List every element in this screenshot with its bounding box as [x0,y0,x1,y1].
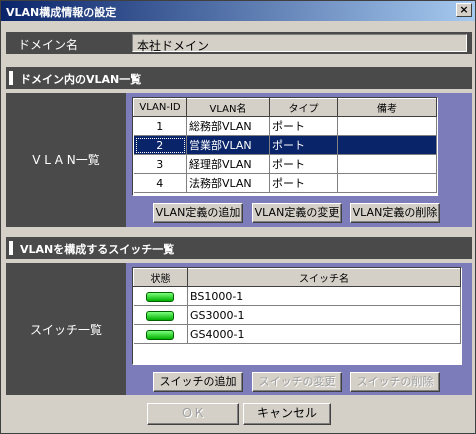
table-row[interactable]: GS3000-1 [133,305,461,325]
green-led-icon [146,291,175,302]
switch-side-panel: スイッチ一覧 [6,263,126,395]
vlan-name-cell: 営業部VLAN [186,135,270,155]
section-marker-icon [9,71,13,85]
col-note[interactable]: 備考 [337,98,437,117]
green-led-icon [146,310,175,321]
vlan-id-cell: 4 [133,173,187,193]
vlan-side-panel: V L A N一覧 [6,93,126,227]
change-vlan-button[interactable]: VLAN定義の変更 [252,203,342,223]
title-bar[interactable]: VLAN構成情報の設定 × [1,1,475,21]
vlan-config-dialog: VLAN構成情報の設定 × ドメイン名 本社ドメイン ドメイン内のVLAN一覧 … [0,0,476,434]
vlan-section-title: ドメイン内のVLAN一覧 [20,73,142,86]
vlan-name-cell: 法務部VLAN [186,173,270,193]
col-vlan-id[interactable]: VLAN-ID [133,98,187,117]
table-row-selected[interactable]: 2 営業部VLAN ポート [133,135,437,155]
vlan-note-cell [337,135,437,155]
vlan-note-cell [337,154,437,174]
switch-name-cell: GS3000-1 [187,305,461,325]
vlan-id-cell: 3 [133,154,187,174]
change-switch-button[interactable]: スイッチの変更 [252,372,342,392]
switch-name-cell: GS4000-1 [187,324,461,344]
status-cell [133,324,188,344]
ok-button[interactable]: ＯＫ [147,403,239,425]
col-vlan-name[interactable]: VLAN名 [186,98,270,117]
vlan-note-cell [337,116,437,136]
col-type[interactable]: タイプ [269,98,338,117]
table-row[interactable]: GS4000-1 [133,324,461,344]
add-switch-button[interactable]: スイッチの追加 [153,372,243,392]
table-row[interactable]: 1 総務部VLAN ポート [133,116,437,136]
col-status[interactable]: 状態 [133,268,188,287]
table-row[interactable]: 4 法務部VLAN ポート [133,173,437,193]
domain-name-field[interactable]: 本社ドメイン [132,34,467,53]
table-row[interactable]: 3 経理部VLAN ポート [133,154,437,174]
cancel-button[interactable]: キャンセル [243,403,331,425]
close-button[interactable]: × [456,3,472,17]
vlan-type-cell: ポート [269,116,338,136]
vlan-id-cell: 1 [133,116,187,136]
domain-label: ドメイン名 [18,38,79,52]
vlan-section-header: ドメイン内のVLAN一覧 [6,67,472,89]
delete-vlan-button[interactable]: VLAN定義の削除 [350,203,440,223]
vlan-type-cell: ポート [269,173,338,193]
col-switch-name[interactable]: スイッチ名 [187,268,461,287]
vlan-type-cell: ポート [269,135,338,155]
table-row[interactable]: BS1000-1 [133,286,461,306]
window-title: VLAN構成情報の設定 [6,6,117,19]
vlan-name-cell: 経理部VLAN [186,154,270,174]
switch-section-header: VLANを構成するスイッチ一覧 [6,237,472,259]
switch-name-cell: BS1000-1 [187,286,461,306]
vlan-table-header: VLAN-ID VLAN名 タイプ 備考 [133,98,437,117]
vlan-note-cell [337,173,437,193]
switch-list-label: スイッチ一覧 [29,323,102,337]
vlan-table[interactable]: VLAN-ID VLAN名 タイプ 備考 1 総務部VLAN ポート 2 営業部… [132,97,438,196]
vlan-name-cell: 総務部VLAN [186,116,270,136]
add-vlan-button[interactable]: VLAN定義の追加 [153,203,243,223]
status-cell [133,286,188,306]
vlan-type-cell: ポート [269,154,338,174]
section-marker-icon [9,241,13,255]
switch-table-header: 状態 スイッチ名 [133,268,461,287]
green-led-icon [146,329,175,340]
vlan-id-cell: 2 [133,135,187,155]
status-cell [133,305,188,325]
switch-table[interactable]: 状態 スイッチ名 BS1000-1 GS3000-1 GS4000-1 [132,267,462,365]
vlan-list-label: V L A N一覧 [32,153,100,167]
switch-section-title: VLANを構成するスイッチ一覧 [20,243,175,256]
delete-switch-button[interactable]: スイッチの削除 [350,372,440,392]
